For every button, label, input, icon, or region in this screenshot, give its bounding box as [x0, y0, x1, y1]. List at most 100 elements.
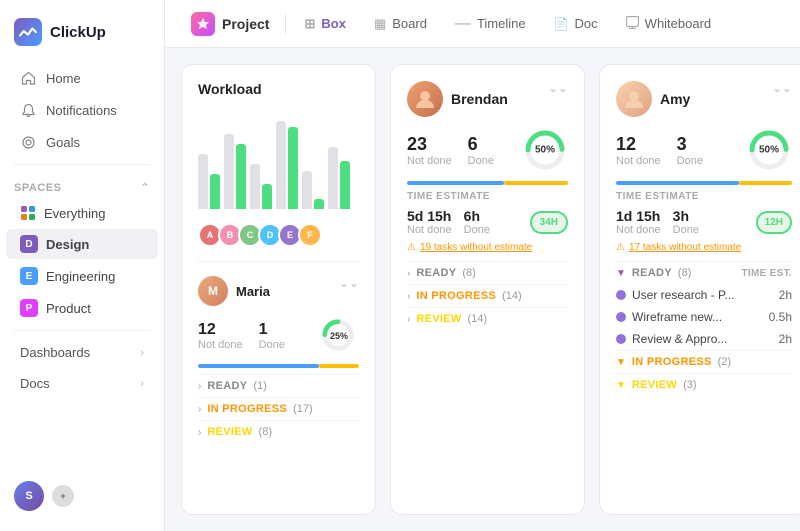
amy-avatar [616, 81, 652, 117]
workload-avatars: A B C D E F [198, 223, 359, 247]
tab-box[interactable]: ⊞ Box [292, 10, 357, 38]
brendan-inprogress-row[interactable]: › IN PROGRESS (14) [407, 284, 568, 307]
project-icon [191, 12, 215, 36]
bar-gray [328, 147, 338, 209]
brendan-progress-yellow [504, 181, 568, 185]
sidebar-item-goals[interactable]: Goals [6, 127, 158, 157]
amy-review-row[interactable]: ▼ REVIEW (3) [616, 373, 792, 396]
maria-header: M Maria ⌄⌄ [198, 276, 359, 306]
amy-inprogress-arrow: ▼ [616, 357, 626, 368]
brendan-progress [407, 181, 568, 185]
tab-board[interactable]: ▦ Board [362, 10, 439, 38]
amy-time-not-done: 1d 15h Not done [616, 208, 661, 236]
project-label: Project [222, 16, 269, 32]
ready-arrow: › [198, 381, 201, 392]
amy-task-1[interactable]: User research - P... 2h [616, 284, 792, 306]
spaces-section-header: Spaces ⌃ [0, 171, 164, 198]
sidebar-item-notifications[interactable]: Notifications [6, 95, 158, 125]
brendan-time-done: 6h Done [464, 208, 490, 236]
spaces-chevron[interactable]: ⌃ [140, 181, 150, 194]
brendan-header: Brendan ⌄⌄ [407, 81, 568, 117]
sidebar-item-home[interactable]: Home [6, 63, 158, 93]
brendan-done: 6 Done [468, 134, 494, 167]
workload-title: Workload [198, 81, 359, 97]
amy-card: Amy ⌄⌄ 12 Not done 3 Done [599, 64, 800, 515]
amy-chevron[interactable]: ⌄⌄ [772, 81, 792, 95]
amy-stats: 12 Not done 3 Done 50% [616, 127, 792, 173]
brendan-info: Brendan [407, 81, 508, 117]
amy-time-nd-lbl: Not done [616, 224, 661, 236]
amy-task-2[interactable]: Wireframe new... 0.5h [616, 306, 792, 328]
brendan-ready-row[interactable]: › READY (8) [407, 261, 568, 284]
brendan-time-badge: 34H [530, 211, 568, 234]
brendan-stats: 23 Not done 6 Done 50% [407, 127, 568, 173]
amy-time-badge: 12H [756, 211, 792, 234]
amy-time-done-lbl: Done [673, 224, 699, 236]
task-name-3: Review & Appro... [632, 332, 779, 346]
amy-review-cnt: (3) [683, 379, 696, 391]
amy-warning-link[interactable]: 17 tasks without estimate [629, 242, 741, 253]
sidebar-item-docs[interactable]: Docs › [6, 369, 158, 398]
divider [14, 164, 150, 165]
home-label: Home [46, 71, 81, 86]
tab-timeline-label: Timeline [477, 16, 526, 31]
amy-done: 3 Done [677, 134, 703, 167]
maria-ready-count: (1) [253, 380, 266, 392]
maria-done: 1 Done [259, 321, 285, 351]
brendan-progress-blue [407, 181, 504, 185]
tab-whiteboard-label: Whiteboard [645, 16, 711, 31]
task-time-2: 0.5h [769, 310, 792, 324]
brendan-warning-link[interactable]: 19 tasks without estimate [420, 242, 532, 253]
divider2 [14, 330, 150, 331]
amy-done-num: 3 [677, 134, 703, 155]
maria-inprogress-count: (17) [293, 403, 313, 415]
maria-inprogress-row[interactable]: › IN PROGRESS (17) [198, 397, 359, 420]
brendan-chevron[interactable]: ⌄⌄ [548, 81, 568, 95]
product-label: Product [46, 301, 91, 316]
amy-not-done: 12 Not done [616, 134, 661, 167]
amy-time-label: TIME ESTIMATE [616, 191, 792, 202]
sidebar-item-dashboards[interactable]: Dashboards › [6, 338, 158, 367]
sidebar-item-engineering[interactable]: E Engineering [6, 261, 158, 291]
maria-review-label: REVIEW [207, 426, 252, 438]
task-dot-3 [616, 334, 626, 344]
amy-task-3[interactable]: Review & Appro... 2h [616, 328, 792, 350]
amy-time-nd-val: 1d 15h [616, 208, 661, 224]
amy-warning: ⚠ 17 tasks without estimate [616, 242, 792, 253]
tab-doc[interactable]: 📄 Doc [542, 10, 610, 37]
maria-not-done: 12 Not done [198, 321, 243, 351]
tab-doc-label: Doc [575, 16, 598, 31]
sidebar-item-everything[interactable]: Everything [6, 199, 158, 227]
brendan-ready-cnt: (8) [462, 267, 475, 279]
maria-ready-row[interactable]: › READY (1) [198, 374, 359, 397]
maria-percent: 25% [330, 331, 348, 341]
goals-icon [20, 134, 36, 150]
tab-whiteboard[interactable]: Whiteboard [614, 10, 723, 38]
task-dot-1 [616, 290, 626, 300]
maria-chevron[interactable]: ⌄⌄ [339, 276, 359, 290]
tab-box-label: Box [321, 16, 346, 31]
sidebar-item-product[interactable]: P Product [6, 293, 158, 323]
goals-label: Goals [46, 135, 80, 150]
tab-timeline[interactable]: — Timeline [443, 10, 538, 38]
spaces-label: Spaces [14, 182, 61, 194]
maria-review-row[interactable]: › REVIEW (8) [198, 420, 359, 443]
brendan-ready-arrow: › [407, 268, 410, 279]
brendan-avatar [407, 81, 443, 117]
logo: ClickUp [0, 12, 164, 62]
amy-time-row: 1d 15h Not done 3h Done 12H [616, 208, 792, 236]
amy-ready-row[interactable]: ▼ READY (8) TIME EST. [616, 261, 792, 284]
project-tab[interactable]: Project [181, 6, 279, 42]
amy-inprogress-row[interactable]: ▼ IN PROGRESS (2) [616, 350, 792, 373]
amy-time-done: 3h Done [673, 208, 699, 236]
product-dot: P [20, 299, 38, 317]
brendan-review-row[interactable]: › REVIEW (14) [407, 307, 568, 330]
brendan-time-badge-wrap: 34H [530, 211, 568, 234]
amy-name: Amy [660, 91, 690, 107]
sidebar-footer: S + [0, 473, 164, 519]
sidebar-item-design[interactable]: D Design [6, 229, 158, 259]
user-avatar[interactable]: S [14, 481, 44, 511]
tab-board-label: Board [392, 16, 427, 31]
brendan-not-done-label: Not done [407, 155, 452, 167]
amy-progress-yellow [739, 181, 792, 185]
